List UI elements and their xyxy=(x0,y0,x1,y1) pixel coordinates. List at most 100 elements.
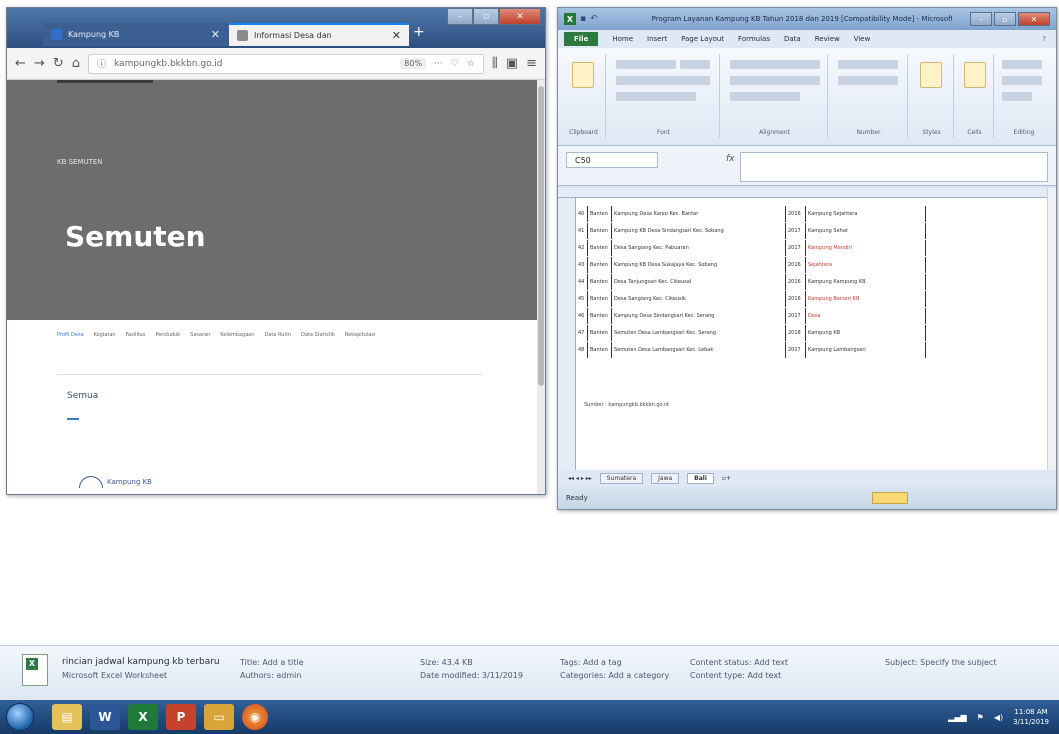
tab-page-layout[interactable]: Page Layout xyxy=(681,35,724,43)
cell-prov[interactable]: Banten xyxy=(588,291,612,307)
formula-input[interactable] xyxy=(740,152,1048,182)
sidebar-icon[interactable]: ▣ xyxy=(506,56,518,71)
cell-prov[interactable]: Banten xyxy=(588,206,612,222)
network-icon[interactable]: ▂▄▆ xyxy=(948,713,966,722)
close-icon[interactable]: ✕ xyxy=(211,28,220,41)
title-field[interactable]: Title: Add a title xyxy=(240,656,304,669)
cell-prov[interactable]: Banten xyxy=(588,223,612,239)
source-note[interactable]: Sumber : kampungkb.bkkbn.go.id xyxy=(584,402,669,408)
subnav-item[interactable]: Sasaran xyxy=(190,332,210,338)
cell-name[interactable]: Semuten Desa Lambangsari Kec. Serang xyxy=(612,325,786,341)
cell-num[interactable]: 40 xyxy=(576,206,588,222)
undo-icon[interactable]: ↶ xyxy=(590,14,598,24)
bookmark-star-icon[interactable]: ☆ xyxy=(467,59,475,69)
subnav-item[interactable]: Fasilitas xyxy=(126,332,146,338)
cell-note[interactable]: Kampung Mandiri xyxy=(806,240,926,256)
home-icon[interactable]: ⌂ xyxy=(72,56,80,71)
word-icon[interactable]: W xyxy=(90,704,120,730)
column-headers[interactable] xyxy=(558,188,1056,198)
subnav-item[interactable]: Rekapitulasi xyxy=(345,332,375,338)
cell-year[interactable]: 2016 xyxy=(786,291,806,307)
font-name-select[interactable] xyxy=(616,60,676,69)
maximize-button[interactable]: ▫ xyxy=(473,8,499,25)
insert-sheet-icon[interactable]: ▫+ xyxy=(722,475,731,482)
cell-prov[interactable]: Banten xyxy=(588,240,612,256)
categories-field[interactable]: Categories: Add a category xyxy=(560,669,669,682)
worksheet-vertical-scrollbar[interactable] xyxy=(1047,188,1056,470)
content-type-field[interactable]: Content type: Add text xyxy=(690,669,788,682)
cell-empty[interactable] xyxy=(926,291,972,307)
merge-wrap-buttons[interactable] xyxy=(730,92,800,101)
sheet-tab[interactable]: Sumatera xyxy=(599,472,644,484)
cell-prov[interactable]: Banten xyxy=(588,308,612,324)
firefox-icon[interactable]: ◉ xyxy=(242,704,268,730)
flag-icon[interactable]: ⚑ xyxy=(977,713,984,722)
cell-note[interactable]: Sejahtera xyxy=(806,257,926,273)
cell-num[interactable]: 44 xyxy=(576,274,588,290)
page-info-icon[interactable]: ⓘ xyxy=(97,57,106,70)
cell-prov[interactable]: Banten xyxy=(588,342,612,358)
cell-empty[interactable] xyxy=(926,308,972,324)
view-mode-buttons[interactable] xyxy=(872,492,908,504)
fill-button[interactable] xyxy=(1002,76,1042,85)
minimize-button[interactable]: – xyxy=(970,12,992,26)
autosum-button[interactable] xyxy=(1002,60,1042,69)
font-color-buttons[interactable] xyxy=(616,92,696,101)
tab-file[interactable]: File xyxy=(564,32,599,46)
cell-year[interactable]: 2018 xyxy=(786,325,806,341)
close-window-button[interactable]: ✕ xyxy=(1018,12,1050,26)
cell-name[interactable]: Kampung Desa Sindangsari Kec. Serang xyxy=(612,308,786,324)
tab-view[interactable]: View xyxy=(854,35,871,43)
name-box[interactable]: C50 xyxy=(566,152,658,168)
powerpoint-icon[interactable]: P xyxy=(166,704,196,730)
cell-note[interactable]: Kampung Lambangsari xyxy=(806,342,926,358)
excel-icon[interactable]: X xyxy=(128,704,158,730)
tab-data[interactable]: Data xyxy=(784,35,801,43)
cell-year[interactable]: 2017 xyxy=(786,308,806,324)
cells-icon[interactable] xyxy=(964,62,986,88)
file-explorer-icon[interactable]: ▤ xyxy=(52,704,82,730)
cell-note[interactable]: Kampung KB xyxy=(806,325,926,341)
cell-year[interactable]: 2017 xyxy=(786,223,806,239)
cell-name[interactable]: Desa Sangiang Kec. Pabuaran xyxy=(612,240,786,256)
start-button[interactable] xyxy=(6,703,34,731)
function-icon[interactable]: fx xyxy=(726,154,735,164)
folder-icon[interactable]: ▭ xyxy=(204,704,234,730)
cell-name[interactable]: Kampung KB Desa Sukajaya Kec. Sobang xyxy=(612,257,786,273)
help-icon[interactable]: ? xyxy=(1042,35,1046,43)
subnav-item[interactable]: Data Statistik xyxy=(301,332,335,338)
subnav-item[interactable]: Kelembagaan xyxy=(220,332,254,338)
close-icon[interactable]: ✕ xyxy=(392,29,401,42)
cell-name[interactable]: Desa Sangiang Kec. Cikeusik xyxy=(612,291,786,307)
number-format-select[interactable] xyxy=(838,60,898,69)
row-headers[interactable] xyxy=(558,198,576,470)
styles-icon[interactable] xyxy=(920,62,942,88)
breadcrumb[interactable]: KB SEMUTEN xyxy=(57,158,103,166)
cell-num[interactable]: 43 xyxy=(576,257,588,273)
cell-year[interactable]: 2016 xyxy=(786,274,806,290)
close-window-button[interactable]: ✕ xyxy=(499,8,541,25)
cell-year[interactable]: 2017 xyxy=(786,240,806,256)
save-icon[interactable]: ▪ xyxy=(580,14,586,24)
tab-formulas[interactable]: Formulas xyxy=(738,35,770,43)
cell-note[interactable]: Kampung Kampung KB xyxy=(806,274,926,290)
zoom-level[interactable]: 80% xyxy=(400,58,427,69)
maximize-button[interactable]: ▫ xyxy=(994,12,1016,26)
url-bar[interactable]: ⓘ kampungkb.bkkbn.go.id 80% ··· ♡ ☆ xyxy=(87,53,484,74)
cell-empty[interactable] xyxy=(926,274,972,290)
forward-icon[interactable]: → xyxy=(34,56,45,71)
cell-year[interactable]: 2017 xyxy=(786,342,806,358)
pocket-icon[interactable]: ♡ xyxy=(451,59,459,69)
volume-icon[interactable]: ◀) xyxy=(994,713,1003,722)
scrollbar-thumb[interactable] xyxy=(538,86,544,386)
minimize-button[interactable]: – xyxy=(447,8,473,25)
browser-tab-2[interactable]: Informasi Desa dan ✕ xyxy=(229,23,409,46)
cell-prov[interactable]: Banten xyxy=(588,257,612,273)
subnav-item[interactable]: Profil Desa xyxy=(57,332,84,338)
cell-num[interactable]: 47 xyxy=(576,325,588,341)
cell-num[interactable]: 42 xyxy=(576,240,588,256)
sheet-nav-icon[interactable]: ◂◂ ◂ ▸ ▸▸ xyxy=(568,475,592,482)
cell-empty[interactable] xyxy=(926,342,972,358)
cell-empty[interactable] xyxy=(926,223,972,239)
subnav-item[interactable]: Data Rutin xyxy=(265,332,291,338)
